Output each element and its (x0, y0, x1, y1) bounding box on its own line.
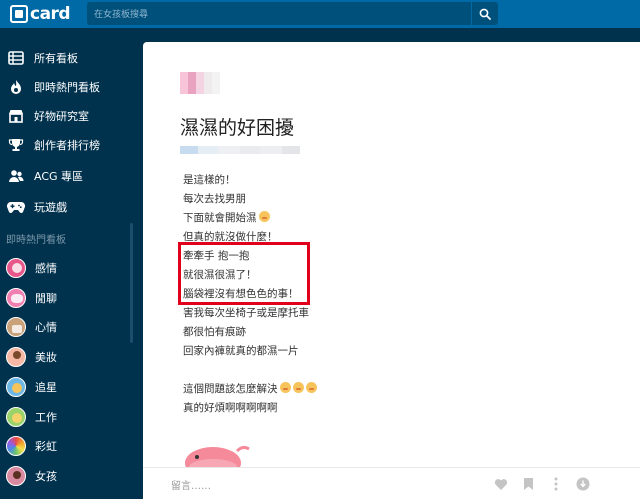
search-box[interactable] (87, 2, 471, 27)
sidebar-scrollbar[interactable] (130, 223, 133, 343)
heart-icon[interactable] (493, 476, 509, 492)
flame-icon (6, 77, 26, 97)
worried-emoji-icon (279, 382, 291, 393)
worried-emoji-icon (292, 382, 304, 393)
sticker-image (185, 445, 250, 469)
people-icon (6, 166, 26, 186)
post-card: 濕濕的好困擾 是這樣的！ 每次去找男朋 下面就會開始濕 但真的就沒做什麼！ 牽牽… (143, 42, 640, 499)
board-avatar-icon (6, 288, 26, 308)
comment-input[interactable]: 留言…… (171, 477, 211, 492)
sidebar: 所有看板 即時熱門看板 好物研究室 創作者排行榜 ACG 專區 玩遊戲 即時熱門… (0, 28, 138, 499)
search-button[interactable] (471, 2, 498, 25)
bookmark-icon[interactable] (520, 476, 536, 492)
sidebar-item-label: 好物研究室 (34, 110, 89, 123)
sidebar-item-games[interactable]: 玩遊戲 (0, 193, 130, 221)
post-footer-bar: 留言…… (143, 467, 640, 499)
board-avatar-icon (6, 347, 26, 367)
post-line: 真的好煩啊啊啊啊啊 (183, 402, 278, 414)
board-avatar-icon (6, 377, 26, 397)
board-label: 追星 (35, 381, 57, 394)
sidebar-item-all-boards[interactable]: 所有看板 (0, 44, 130, 72)
post-line: 回家內褲就真的都濕一片 (183, 345, 299, 357)
sidebar-item-hot-boards[interactable]: 即時熱門看板 (0, 73, 130, 101)
post-line: 都很怕有痕跡 (183, 326, 246, 338)
board-label: 女孩 (35, 470, 57, 483)
sidebar-board-girl[interactable]: 女孩 (0, 462, 130, 490)
board-label: 工作 (35, 411, 57, 424)
post-line: 這個問題該怎麼解決 (183, 380, 317, 398)
post-line: 每次去找男朋 (183, 193, 246, 205)
list-icon (6, 48, 26, 68)
post-line: 害我每次坐椅子或是摩托車 (183, 307, 309, 319)
board-label: 感情 (35, 262, 57, 275)
sidebar-item-label: 創作者排行榜 (34, 139, 100, 152)
sidebar-board-rainbow[interactable]: 彩虹 (0, 432, 130, 460)
trophy-icon (6, 135, 26, 155)
post-line: 下面就會開始濕 (183, 209, 270, 227)
top-bar: card (0, 0, 640, 28)
board-label: 心情 (35, 321, 57, 334)
download-circle-icon[interactable] (575, 476, 591, 492)
post-meta (180, 146, 300, 154)
logo-icon (10, 5, 28, 23)
board-avatar-icon (6, 436, 26, 456)
worried-emoji-icon (305, 382, 317, 393)
gamepad-icon (6, 197, 26, 217)
store-icon (6, 106, 26, 126)
dcard-logo[interactable]: card (10, 4, 71, 24)
sidebar-item-label: ACG 專區 (34, 170, 84, 183)
red-highlight-box (178, 242, 310, 305)
board-avatar-icon (6, 317, 26, 337)
sidebar-board-makeup[interactable]: 美妝 (0, 343, 130, 371)
board-label: 彩虹 (35, 440, 57, 453)
sidebar-board-idol[interactable]: 追星 (0, 373, 130, 401)
sidebar-board-chat[interactable]: 閒聊 (0, 284, 130, 312)
more-options-icon[interactable] (548, 476, 564, 492)
post-line: 是這樣的！ (183, 174, 236, 186)
sidebar-item-creator-ranking[interactable]: 創作者排行榜 (0, 131, 130, 159)
board-avatar-icon (6, 258, 26, 278)
search-input[interactable] (87, 3, 471, 27)
board-label: 美妝 (35, 351, 57, 364)
sidebar-item-label: 即時熱門看板 (34, 81, 100, 94)
board-avatar-icon (6, 407, 26, 427)
board-label: 閒聊 (35, 292, 57, 305)
post-title: 濕濕的好困擾 (180, 117, 295, 139)
sidebar-board-work[interactable]: 工作 (0, 403, 130, 431)
sidebar-item-label: 所有看板 (34, 52, 78, 65)
sidebar-item-goods-lab[interactable]: 好物研究室 (0, 102, 130, 130)
sidebar-item-label: 玩遊戲 (34, 201, 67, 214)
search-icon (479, 8, 491, 20)
hot-boards-section-label: 即時熱門看板 (6, 235, 66, 246)
author-avatar (180, 72, 232, 94)
blush-emoji-icon (258, 211, 270, 222)
sidebar-item-acg[interactable]: ACG 專區 (0, 162, 130, 190)
logo-text: card (30, 4, 71, 24)
sidebar-board-mood[interactable]: 心情 (0, 313, 130, 341)
sidebar-board-relationship[interactable]: 感情 (0, 254, 130, 282)
board-avatar-icon (6, 466, 26, 486)
